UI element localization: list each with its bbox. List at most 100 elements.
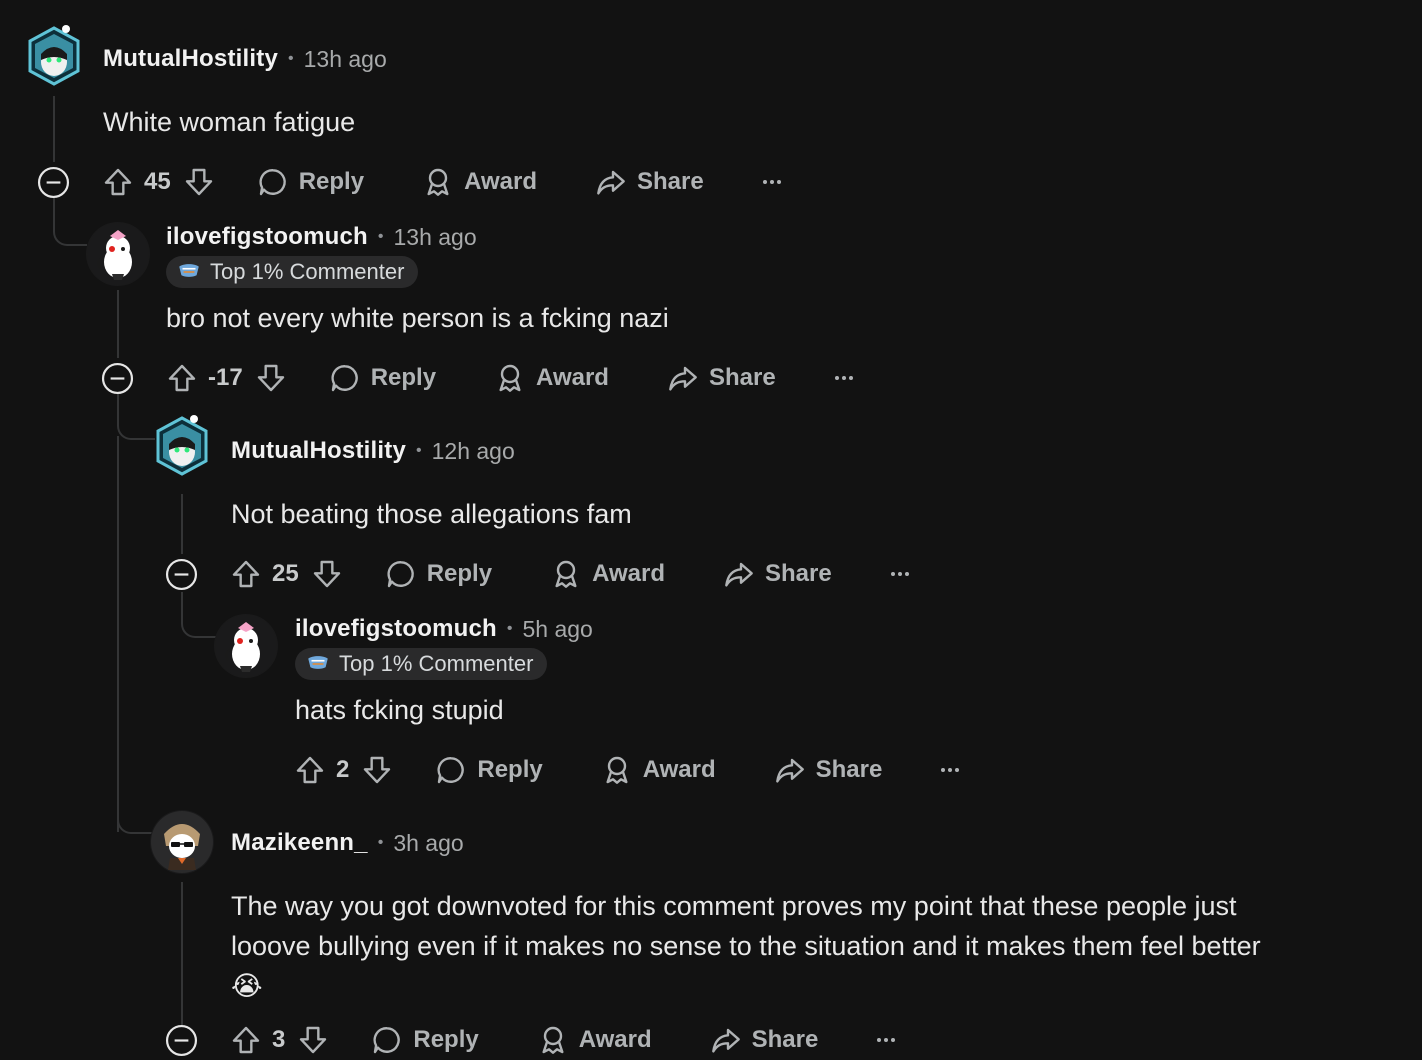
upvote-button[interactable]: [166, 362, 198, 394]
downvote-button[interactable]: [297, 1024, 329, 1056]
separator-dot: •: [506, 620, 513, 637]
speech-bubble-icon: [257, 166, 289, 198]
arrow-up-icon: [230, 1024, 262, 1056]
share-button[interactable]: Share: [710, 1024, 819, 1056]
avatar[interactable]: [150, 412, 214, 480]
arrow-down-icon: [361, 754, 393, 786]
timestamp[interactable]: 13h ago: [394, 224, 477, 251]
avatar[interactable]: [22, 22, 86, 90]
username[interactable]: ilovefigstoomuch: [295, 615, 497, 643]
arrow-down-icon: [297, 1024, 329, 1056]
downvote-button[interactable]: [311, 558, 343, 590]
downvote-button[interactable]: [255, 362, 287, 394]
avatar[interactable]: [150, 810, 214, 874]
username[interactable]: MutualHostility: [231, 437, 406, 465]
share-label: Share: [708, 364, 776, 391]
downvote-button[interactable]: [183, 166, 215, 198]
speech-bubble-icon: [435, 754, 467, 786]
award-label: Award: [642, 756, 716, 783]
avatar-image: [214, 614, 278, 678]
separator-dot: •: [377, 834, 384, 851]
avatar-image: [86, 222, 150, 286]
reply-label: Reply: [370, 364, 437, 391]
reply-label: Reply: [298, 168, 365, 195]
reply-label: Reply: [477, 756, 543, 783]
collapse-icon[interactable]: [37, 166, 70, 199]
share-button[interactable]: Share: [774, 754, 883, 786]
username[interactable]: ilovefigstoomuch: [166, 223, 368, 251]
collapse-icon[interactable]: [101, 362, 134, 395]
award-label: Award: [592, 560, 665, 587]
award-button[interactable]: Award: [601, 754, 716, 786]
share-label: Share: [636, 168, 704, 195]
thread-elbow: [181, 592, 217, 638]
vote-score: 2: [336, 756, 350, 783]
avatar[interactable]: [86, 222, 150, 286]
upvote-button[interactable]: [230, 1024, 262, 1056]
shield-badge-icon: [305, 651, 331, 677]
upvote-button[interactable]: [102, 166, 134, 198]
thread-line: [53, 96, 55, 162]
award-button[interactable]: Award: [537, 1024, 652, 1056]
share-arrow-icon: [710, 1024, 742, 1056]
speech-bubble-icon: [329, 362, 361, 394]
reply-button[interactable]: Reply: [435, 754, 543, 786]
ellipsis-icon: [888, 562, 912, 586]
timestamp[interactable]: 12h ago: [432, 438, 515, 465]
avatar-image: [150, 810, 214, 874]
arrow-up-icon: [230, 558, 262, 590]
timestamp[interactable]: 13h ago: [304, 46, 387, 73]
vote-score: 25: [272, 560, 299, 587]
reply-button[interactable]: Reply: [371, 1024, 479, 1056]
commenter-badge[interactable]: Top 1% Commenter: [295, 648, 548, 680]
share-label: Share: [815, 756, 883, 783]
more-options-button[interactable]: [888, 562, 912, 586]
upvote-button[interactable]: [294, 754, 326, 786]
timestamp[interactable]: 3h ago: [393, 830, 463, 857]
collapse-icon[interactable]: [165, 558, 198, 591]
badge-label: Top 1% Commenter: [210, 259, 405, 284]
badge-label: Top 1% Commenter: [339, 651, 534, 676]
avatar[interactable]: [214, 614, 278, 678]
arrow-down-icon: [311, 558, 343, 590]
speech-bubble-icon: [385, 558, 417, 590]
share-button[interactable]: Share: [595, 166, 704, 198]
share-button[interactable]: Share: [667, 362, 776, 394]
username[interactable]: MutualHostility: [103, 45, 278, 73]
timestamp[interactable]: 5h ago: [523, 616, 593, 643]
separator-dot: •: [377, 228, 384, 245]
ellipsis-icon: [832, 366, 856, 390]
downvote-button[interactable]: [361, 754, 393, 786]
more-options-button[interactable]: [874, 1028, 898, 1052]
thread-line: [181, 882, 183, 1028]
reply-button[interactable]: Reply: [257, 166, 364, 198]
share-button[interactable]: Share: [723, 558, 832, 590]
share-arrow-icon: [774, 754, 806, 786]
award-label: Award: [578, 1026, 652, 1053]
commenter-badge[interactable]: Top 1% Commenter: [166, 256, 419, 288]
arrow-up-icon: [166, 362, 198, 394]
more-options-button[interactable]: [760, 170, 784, 194]
award-button[interactable]: Award: [494, 362, 609, 394]
share-arrow-icon: [723, 558, 755, 590]
avatar-image: [150, 412, 214, 480]
thread-line: [181, 494, 183, 554]
share-arrow-icon: [667, 362, 699, 394]
arrow-down-icon: [183, 166, 215, 198]
reply-button[interactable]: Reply: [385, 558, 492, 590]
username[interactable]: Mazikeenn_: [231, 829, 368, 857]
upvote-button[interactable]: [230, 558, 262, 590]
collapse-icon[interactable]: [165, 1024, 198, 1057]
more-options-button[interactable]: [938, 758, 962, 782]
comment-body: hats fcking stupid: [295, 695, 504, 725]
arrow-down-icon: [255, 362, 287, 394]
thread-elbow: [53, 196, 87, 246]
award-button[interactable]: Award: [550, 558, 665, 590]
share-label: Share: [751, 1026, 819, 1053]
award-ribbon-icon: [422, 166, 454, 198]
award-button[interactable]: Award: [422, 166, 537, 198]
more-options-button[interactable]: [832, 366, 856, 390]
ellipsis-icon: [938, 758, 962, 782]
reply-button[interactable]: Reply: [329, 362, 436, 394]
shield-badge-icon: [176, 259, 202, 285]
